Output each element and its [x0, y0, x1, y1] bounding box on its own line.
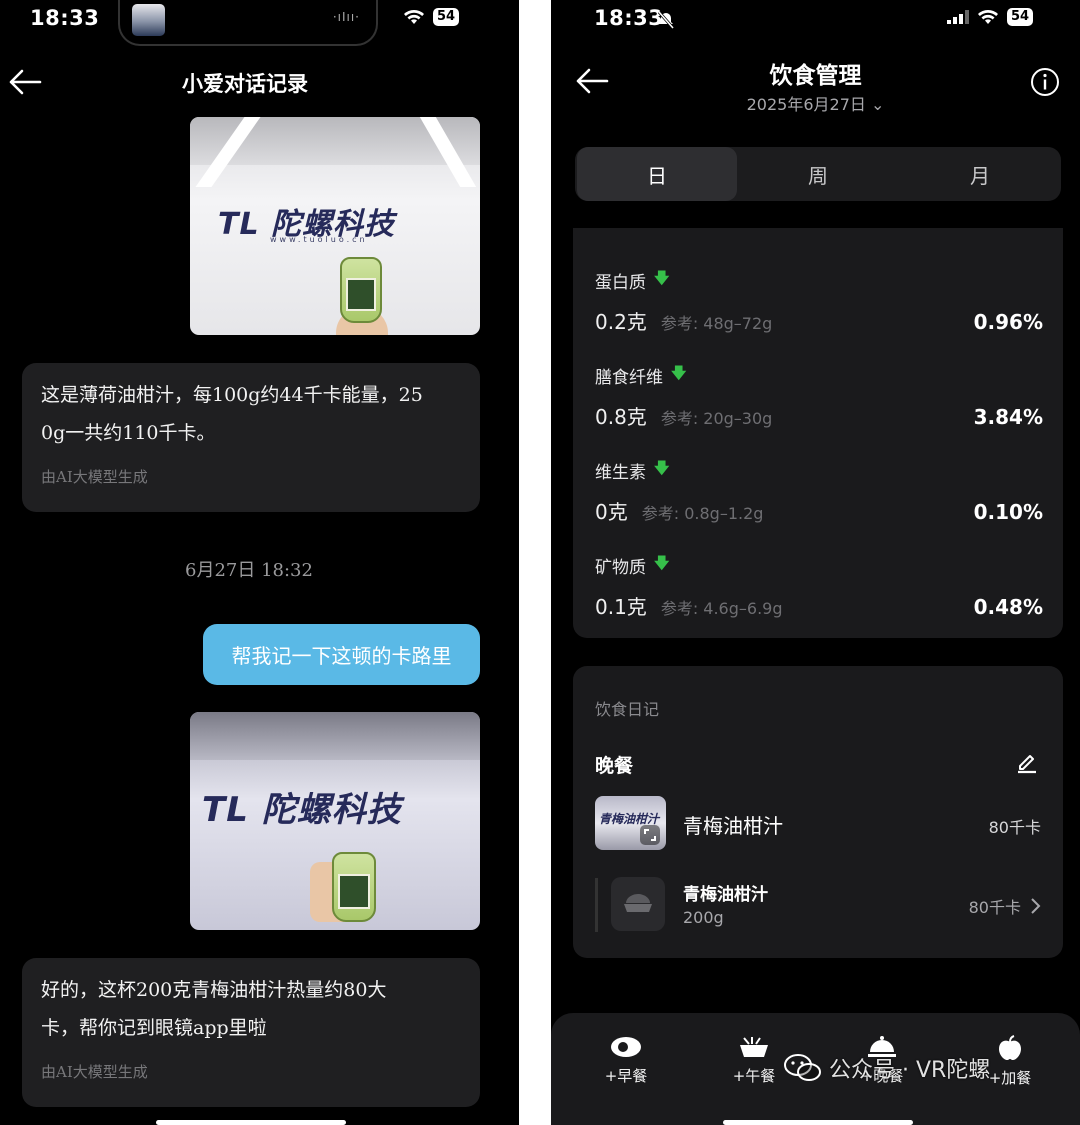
status-bar: 18:33 54: [551, 0, 1080, 40]
page-title: 小爱对话记录: [182, 72, 308, 96]
down-arrow-icon: 🡇: [671, 364, 687, 382]
sub-item-kcal: 80千卡: [968, 898, 1021, 917]
nutrient-reference: 参考: 48g–72g: [660, 314, 773, 333]
sub-item-weight: 200g: [683, 908, 724, 927]
expand-icon: [640, 825, 660, 845]
food-photo[interactable]: 青梅油柑汁: [595, 796, 666, 850]
assistant-message-bubble: 这是薄荷油柑汁，每100g约44千卡能量，25 0g一共约110千卡。 由AI大…: [22, 363, 480, 512]
nutrient-name: 膳食纤维: [595, 368, 663, 388]
indent-bar: [595, 878, 598, 932]
food-item-kcal: 80千卡: [988, 818, 1041, 837]
nutrient-percent: 0.10%: [973, 500, 1043, 524]
chevron-right-icon: [1031, 898, 1041, 914]
dynamic-island[interactable]: ·ıIıı·: [118, 0, 378, 46]
ai-generated-note: 由AI大模型生成: [41, 468, 148, 486]
date-selector[interactable]: 2025年6月27日 ⌄: [551, 91, 1080, 115]
message-text: 0g一共约110千卡。: [41, 422, 216, 444]
sub-item-name: 青梅油柑汁: [683, 885, 768, 905]
sub-item-row-action[interactable]: 80千卡: [969, 894, 1041, 918]
tab-month[interactable]: 月: [899, 147, 1061, 201]
bell-muted-icon: [657, 11, 675, 29]
down-arrow-icon: 🡇: [654, 554, 670, 572]
info-icon[interactable]: [1030, 67, 1060, 97]
nutrient-name: 矿物质: [595, 558, 646, 578]
nutrient-value: 0克: [595, 500, 628, 524]
message-text: 好的，这杯200克青梅油柑汁热量约80大: [41, 979, 387, 1001]
add-snack-label: +加餐: [988, 1069, 1032, 1087]
photo-message[interactable]: TL 陀螺科技 www.tuoluo.cn: [190, 117, 480, 335]
back-arrow-icon[interactable]: [8, 68, 42, 96]
date-label: 2025年6月27日: [746, 95, 866, 114]
watermark: 公众号 · VR陀螺: [783, 1052, 990, 1084]
food-placeholder: [611, 877, 665, 931]
media-thumbnail: [132, 4, 165, 36]
add-breakfast-button[interactable]: +早餐: [591, 1035, 661, 1086]
period-tabs: 日 周 月: [575, 147, 1061, 201]
nutrient-row: 膳食纤维 🡇 0.8克 参考: 20g–30g 3.84%: [595, 363, 1043, 429]
bowl-icon: [740, 1037, 768, 1057]
battery-level: 54: [433, 8, 460, 26]
status-time: 18:33: [594, 6, 664, 30]
nutrient-row: 维生素 🡇 0克 参考: 0.8g–1.2g 0.10%: [595, 458, 1043, 524]
meal-title: 晚餐: [595, 755, 634, 777]
wifi-icon: [404, 10, 424, 24]
page-title: 饮食管理: [769, 63, 862, 89]
cut-off-row: [595, 228, 1043, 236]
photo-logo-mark: TL: [218, 207, 260, 242]
diet-management-screen: 18:33 54 饮食管理 2025年6月27日 ⌄ 日 周 月 蛋白质 🡇 0.…: [551, 0, 1080, 1125]
diary-title: 饮食日记: [595, 700, 660, 719]
food-item-name: 青梅油柑汁: [683, 814, 783, 838]
food-diary-card: 饮食日记 晚餐 青梅油柑汁 青梅油柑汁 80千卡 青梅油柑汁 200g 80千卡: [573, 666, 1063, 958]
home-indicator: [156, 1120, 346, 1125]
ai-generated-note: 由AI大模型生成: [41, 1063, 148, 1081]
egg-icon: [611, 1037, 641, 1057]
assistant-message-bubble: 好的，这杯200克青梅油柑汁热量约80大 卡，帮你记到眼镜app里啦 由AI大模…: [22, 958, 480, 1107]
photo-logo-text: 陀螺科技: [261, 790, 402, 830]
status-icons: 54: [947, 8, 1034, 26]
message-text: 这是薄荷油柑汁，每100g约44千卡能量，25: [41, 384, 423, 406]
nutrient-row: 矿物质 🡇 0.1克 参考: 4.6g–6.9g 0.48%: [595, 553, 1043, 619]
home-indicator: [723, 1120, 913, 1125]
nutrient-reference: 参考: 4.6g–6.9g: [660, 599, 783, 618]
wifi-icon: [978, 10, 998, 24]
down-arrow-icon: 🡇: [654, 269, 670, 287]
message-text: 卡，帮你记到眼镜app里啦: [41, 1017, 267, 1039]
nutrient-reference: 参考: 0.8g–1.2g: [641, 504, 764, 523]
nutrient-value: 0.2克: [595, 310, 647, 334]
nutrient-name: 维生素: [595, 463, 646, 483]
nutrient-row: 蛋白质 🡇 0.2克 参考: 48g–72g 0.96%: [595, 268, 1043, 334]
battery-level: 54: [1007, 8, 1034, 26]
signal-icon: [947, 10, 969, 24]
status-bar: 18:33 ·ıIıı· 54: [0, 0, 519, 46]
nutrient-reference: 参考: 20g–30g: [660, 409, 773, 428]
message-timestamp: 6月27日 18:32: [185, 560, 313, 581]
chat-screen: 18:33 ·ıIıı· 54 小爱对话记录 TL 陀螺科技 www.tuolu…: [0, 0, 519, 1125]
status-time: 18:33: [30, 6, 100, 30]
user-message-bubble: 帮我记一下这顿的卡路里: [203, 624, 480, 685]
audio-wave-icon: ·ıIıı·: [332, 10, 360, 24]
down-arrow-icon: 🡇: [654, 459, 670, 477]
photo-logo-mark: TL: [202, 790, 249, 830]
tab-day[interactable]: 日: [577, 147, 737, 201]
watermark-text: 公众号 · VR陀螺: [829, 1058, 991, 1083]
add-lunch-label: +午餐: [732, 1067, 776, 1085]
nutrient-value: 0.1克: [595, 595, 647, 619]
nutrient-name: 蛋白质: [595, 273, 646, 293]
apple-icon: [999, 1035, 1021, 1060]
status-icons: 54: [403, 8, 460, 26]
nutrient-percent: 0.48%: [973, 595, 1043, 619]
add-lunch-button[interactable]: +午餐: [719, 1035, 789, 1086]
wechat-icon: [784, 1054, 821, 1081]
nutrient-card: 蛋白质 🡇 0.2克 参考: 48g–72g 0.96% 膳食纤维 🡇 0.8克 参考: …: [573, 228, 1063, 638]
bowl-icon: [624, 894, 652, 912]
nutrient-value: 0.8克: [595, 405, 647, 429]
nutrient-percent: 0.96%: [973, 310, 1043, 334]
edit-icon[interactable]: [1015, 750, 1039, 774]
photo-message[interactable]: TL 陀螺科技: [190, 712, 480, 930]
tab-week[interactable]: 周: [737, 147, 899, 201]
add-breakfast-label: +早餐: [604, 1067, 648, 1085]
chevron-down-icon: ⌄: [870, 95, 885, 114]
nutrient-percent: 3.84%: [973, 405, 1043, 429]
